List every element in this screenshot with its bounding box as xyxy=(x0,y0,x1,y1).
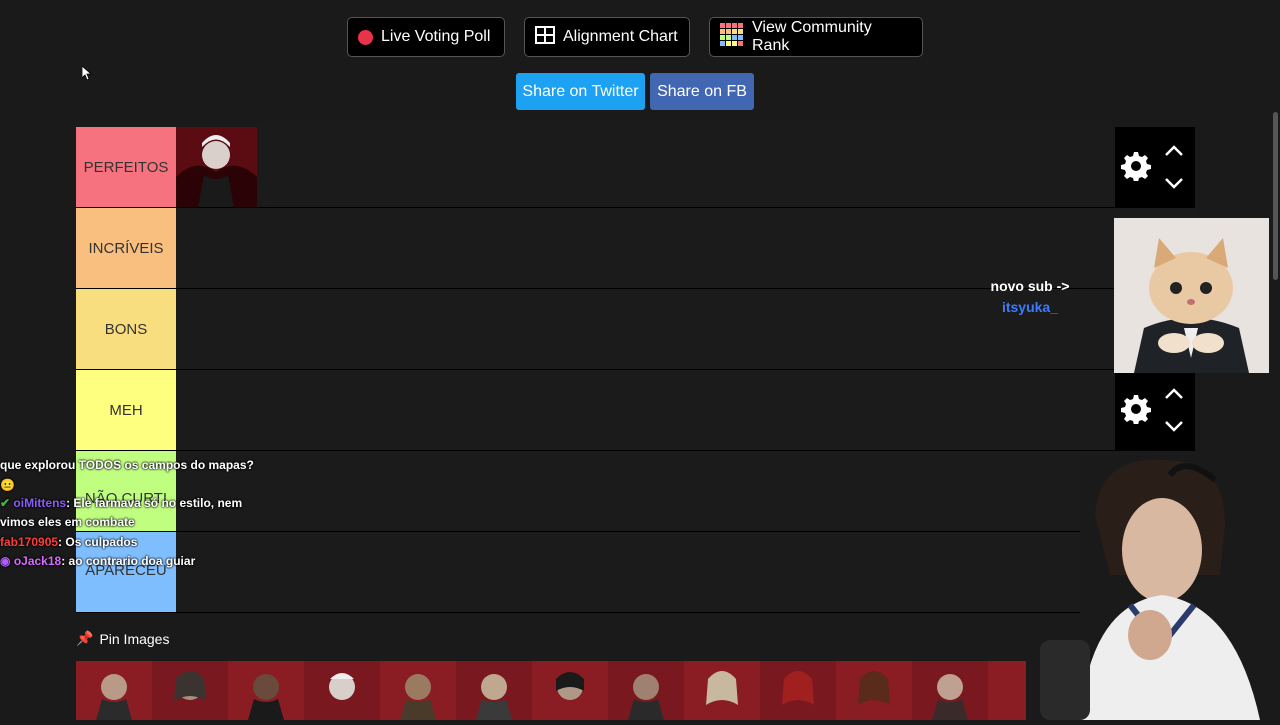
chat-emote: 😐 xyxy=(0,477,15,492)
character-thumbnail[interactable] xyxy=(684,661,760,720)
streamer-webcam xyxy=(1020,455,1280,720)
chevron-up-icon[interactable] xyxy=(1164,387,1184,405)
character-thumbnail[interactable] xyxy=(380,661,456,720)
share-fb-button[interactable]: Share on FB xyxy=(650,73,754,110)
chat-message: fab170905: Os culpados xyxy=(0,534,138,549)
new-sub-name: itsyuka_ xyxy=(1001,299,1059,315)
character-thumbnail[interactable] xyxy=(608,661,684,720)
live-voting-poll-label: Live Voting Poll xyxy=(381,28,491,45)
new-sub-overlay: novo sub -> itsyuka_ xyxy=(980,276,1080,318)
scrollbar-thumb[interactable] xyxy=(1273,112,1278,280)
tier-label[interactable]: PERFEITOS xyxy=(76,127,176,207)
character-thumbnail[interactable] xyxy=(912,661,988,720)
chevron-down-icon[interactable] xyxy=(1164,176,1184,194)
chat-message: ◉ oJack18: ao contrario doa guiar xyxy=(0,554,196,568)
pin-images-label: Pin Images xyxy=(99,630,170,647)
chat-text: Os culpados xyxy=(65,534,138,549)
view-community-rank-label: View Community Rank xyxy=(752,19,872,54)
chat-text: ao contrario doa guiar xyxy=(68,554,196,568)
character-thumbnail[interactable] xyxy=(456,661,532,720)
share-twitter-button[interactable]: Share on Twitter xyxy=(516,73,645,110)
chat-overlay: que explorou TODOS os campos do mapas? 😐… xyxy=(0,456,260,572)
gear-icon[interactable] xyxy=(1121,151,1151,186)
chat-username: oJack18 xyxy=(13,554,62,568)
view-community-rank-button[interactable]: View Community Rank xyxy=(709,17,923,57)
character-card[interactable] xyxy=(176,127,257,207)
tier-controls xyxy=(1115,370,1195,450)
character-thumbnail[interactable] xyxy=(532,661,608,720)
grid-icon xyxy=(535,25,555,49)
tier-items[interactable] xyxy=(176,127,1115,207)
share-twitter-label: Share on Twitter xyxy=(522,82,639,100)
character-thumbnail[interactable] xyxy=(152,661,228,720)
character-pool-strip xyxy=(76,661,1026,720)
alignment-chart-button[interactable]: Alignment Chart xyxy=(524,17,690,57)
chat-username: oiMittens xyxy=(13,495,67,510)
character-thumbnail[interactable] xyxy=(760,661,836,720)
tier-label[interactable]: INCRÍVEIS xyxy=(76,208,176,288)
character-thumbnail[interactable] xyxy=(304,661,380,720)
character-thumbnail[interactable] xyxy=(836,661,912,720)
mouse-cursor-icon xyxy=(81,65,93,85)
gear-icon[interactable] xyxy=(1121,394,1151,429)
share-fb-label: Share on FB xyxy=(657,82,747,100)
tier-items[interactable] xyxy=(176,208,1115,288)
tier-items[interactable] xyxy=(176,289,1115,369)
tier-grid-icon xyxy=(720,22,744,52)
chevron-down-icon[interactable] xyxy=(1164,419,1184,437)
sub-badge-icon: ◉ xyxy=(0,554,11,568)
chat-message: ✔ oiMittens: Ele farmava só no estilo, n… xyxy=(0,495,243,530)
chat-message: que explorou TODOS os campos do mapas? xyxy=(0,456,260,476)
tier-row-perfeitos: PERFEITOS xyxy=(76,127,1195,208)
pin-images-toggle[interactable]: 📌 Pin Images xyxy=(76,630,169,647)
tier-items[interactable] xyxy=(176,370,1115,450)
tier-label[interactable]: MEH xyxy=(76,370,176,450)
chevron-up-icon[interactable] xyxy=(1164,144,1184,162)
verified-badge-icon: ✔ xyxy=(0,495,11,510)
alignment-chart-label: Alignment Chart xyxy=(563,28,678,45)
tier-row-meh: MEH xyxy=(76,370,1195,451)
new-sub-title: novo sub -> xyxy=(990,278,1070,294)
live-voting-poll-button[interactable]: Live Voting Poll xyxy=(347,17,505,57)
cat-meme-image xyxy=(1114,218,1269,373)
tier-items[interactable] xyxy=(176,451,1115,531)
tier-label[interactable]: BONS xyxy=(76,289,176,369)
chat-text: que explorou TODOS os campos do mapas? xyxy=(0,458,254,472)
tier-controls xyxy=(1115,127,1195,207)
character-thumbnail[interactable] xyxy=(228,661,304,720)
character-thumbnail[interactable] xyxy=(76,661,152,720)
tier-items[interactable] xyxy=(176,532,1115,612)
character-portrait-image xyxy=(176,127,257,207)
chat-username: fab170905 xyxy=(0,534,59,549)
pushpin-icon: 📌 xyxy=(76,630,94,646)
record-dot-icon xyxy=(358,29,373,45)
